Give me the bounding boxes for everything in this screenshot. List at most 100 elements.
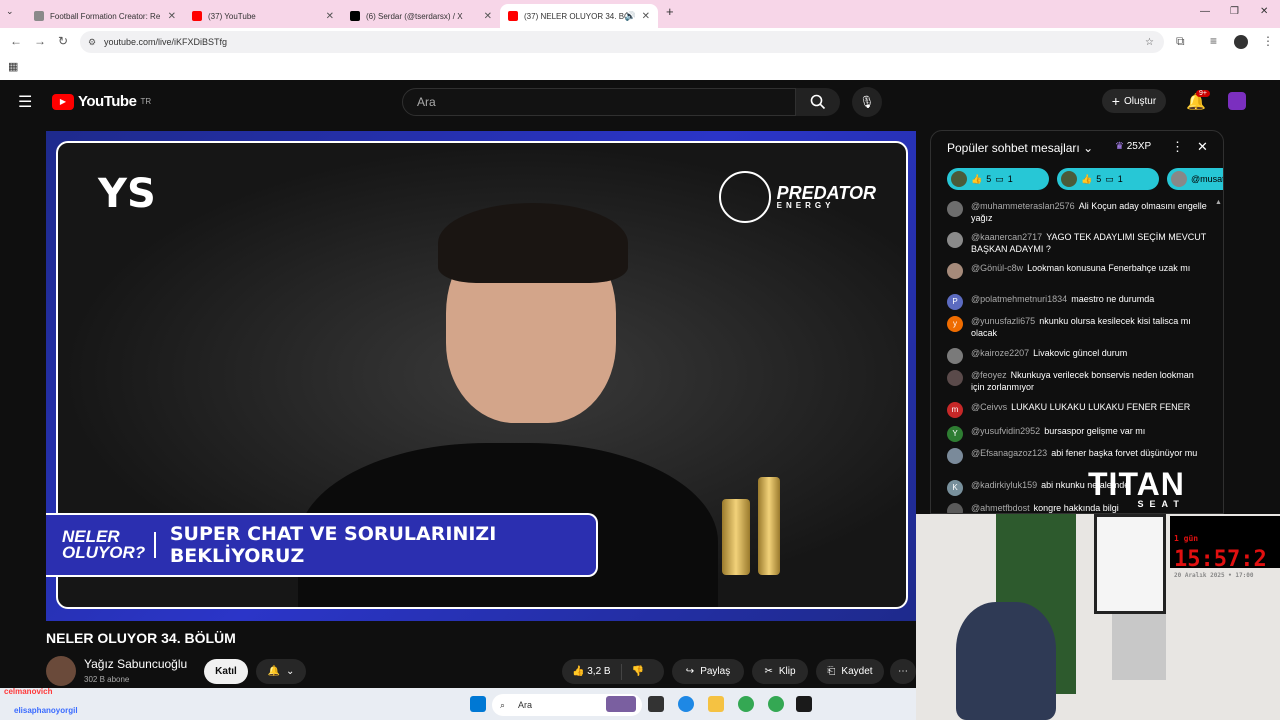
more-icon[interactable]: ⋮ [1171,139,1184,155]
reply-icon: ▭ [995,173,1004,184]
tab-title: (37) YouTube [208,11,256,21]
author[interactable]: @feoyez [971,370,1007,380]
like-count: 5 [1096,174,1102,184]
channel-name[interactable]: Yağız Sabuncuoğlu [84,657,187,671]
edge-icon[interactable] [678,696,694,712]
author[interactable]: @polatmehmetnuri1834 [971,294,1067,304]
clip-button[interactable]: ✂ Klip [752,659,808,684]
speaker-icon[interactable]: 🔊 [625,11,636,22]
search-button[interactable] [796,88,840,116]
search-input[interactable]: Ara [402,88,796,116]
tab-formation-creator[interactable]: Football Formation Creator: Re ✕ [26,4,184,28]
x-icon [350,11,360,21]
chrome-icon[interactable] [768,696,784,712]
forward-icon[interactable]: → [34,34,46,48]
author[interactable]: @kairoze2207 [971,348,1029,358]
app-icon[interactable] [796,696,812,712]
author[interactable]: @yusufvidin2952 [971,426,1040,436]
save-button[interactable]: ⎗ Kaydet [816,659,884,684]
task-view-icon[interactable] [648,696,664,712]
jersey-frame [1112,614,1166,680]
author[interactable]: @muhammeteraslan2576 [971,201,1075,211]
apps-grid-icon[interactable]: ▦ [8,60,18,73]
xp-value: 25XP [1126,141,1152,152]
voice-search-button[interactable]: 🎙 [852,87,882,117]
bookmark-star-icon[interactable]: ☆ [1145,37,1154,48]
author[interactable]: @ahmetfbdost [971,503,1030,513]
avatar [947,348,963,364]
reading-list-icon[interactable]: ≡ [1210,34,1217,48]
save-label: Kaydet [841,666,873,677]
divider [154,532,156,558]
pinned-message[interactable]: 👍 5 ▭ 1 [947,168,1049,190]
chat-message: @kaanercan2717 YAGO TEK ADAYLIMI SEÇİM ME… [947,232,1207,255]
file-explorer-icon[interactable] [708,696,724,712]
chat-mode-dropdown[interactable]: Popüler sohbet mesajları ⌄ [947,141,1093,155]
tactics-board [1094,514,1166,614]
search-icon [810,94,826,110]
hamburger-icon[interactable]: ☰ [18,92,32,112]
channel-avatar[interactable] [46,656,76,686]
author[interactable]: @kadirkiyluk159 [971,480,1037,490]
logo-text: YouTube [78,93,137,110]
dislike-button[interactable]: 👎 [632,666,644,677]
author[interactable]: @kaanercan2717 [971,232,1042,242]
message-text: Lookman konusuna Fenerbahçe uzak mı [1027,263,1191,273]
close-chat-icon[interactable]: ✕ [1197,139,1208,155]
live-chat-panel: Popüler sohbet mesajları ⌄ ♛ 25XP ⋮ ✕ 👍 5… [930,130,1224,514]
like-button[interactable]: 👍 3,2 B [572,666,611,677]
video-player[interactable]: YS PREDATOR ENERGY NELER OLUYOR? SUPER CHA… [46,131,916,621]
close-icon[interactable]: ✕ [168,11,176,22]
timer-date: 20 Aralık 2025 • 17:00 [1174,572,1254,579]
scroll-up-icon[interactable]: ▲ [1215,199,1222,206]
pinned-message[interactable]: @musat [1167,168,1223,190]
watermark-brand: TITAN [1088,466,1185,502]
author[interactable]: @yunusfazli675 [971,316,1035,326]
tab-neler-oluyor[interactable]: (37) NELER OLUYOR 34. BÖL 🔊 ✕ [500,4,658,28]
new-tab-button[interactable]: + [666,4,674,19]
author[interactable]: @Efsanagazoz123 [971,448,1047,458]
tab-search-icon[interactable]: ⌄ [6,6,14,17]
windows-start-icon[interactable] [470,696,486,712]
menu-icon[interactable]: ⋮ [1262,34,1274,48]
pinned-message[interactable]: 👍 5 ▭ 1 [1057,168,1159,190]
youtube-icon [192,11,202,21]
chat-title: Popüler sohbet mesajları [947,141,1080,155]
notification-settings-button[interactable]: 🔔 ⌄ [256,659,306,684]
url-field[interactable]: ⚙ youtube.com/live/iKFXDiBSTfg ☆ [80,31,1164,53]
share-button[interactable]: ↪ Paylaş [672,659,744,684]
join-button[interactable]: Katıl [204,659,248,684]
widget-icon[interactable] [606,696,636,712]
profile-avatar[interactable] [1234,35,1248,49]
author[interactable]: @Gönül-c8w [971,263,1023,273]
reply-count: 1 [1117,174,1123,184]
reload-icon[interactable]: ↻ [58,34,68,48]
tab-x-profile[interactable]: (6) Serdar (@tserdarsx) / X ✕ [342,4,500,28]
browser-tabstrip: ⌄ Football Formation Creator: Re ✕ (37) … [0,0,1280,28]
tab-youtube[interactable]: (37) YouTube ✕ [184,4,342,28]
thumbs-up-icon: 👍 [572,666,585,677]
divider [620,663,622,680]
extensions-icon[interactable]: ⧉ [1176,34,1185,49]
close-icon[interactable]: ✕ [326,11,334,22]
share-icon: ↪ [685,666,695,677]
back-icon[interactable]: ← [10,34,22,48]
maximize-button[interactable]: ❐ [1230,6,1239,17]
close-icon[interactable]: ✕ [484,11,492,22]
youtube-logo[interactable]: ▶ YouTube TR [52,93,151,110]
close-icon[interactable]: ✕ [642,11,650,22]
more-actions-button[interactable]: ⋯ [890,659,916,684]
avatar: y [947,316,963,332]
account-avatar[interactable] [1228,92,1246,110]
minimize-button[interactable]: — [1200,6,1210,17]
create-label: Oluştur [1123,95,1157,107]
xp-badge[interactable]: ♛ 25XP [1115,141,1151,152]
author[interactable]: @Ceivvs [971,402,1007,412]
avatar: P [947,294,963,310]
plus-icon: + [1111,93,1120,109]
chrome-icon[interactable] [738,696,754,712]
close-window-button[interactable]: ✕ [1260,6,1268,17]
chat-message: @muhammeteraslan2576 Ali Koçun aday olmas… [947,201,1207,224]
create-button[interactable]: + Oluştur [1102,89,1166,113]
site-info-icon[interactable]: ⚙ [88,37,96,48]
